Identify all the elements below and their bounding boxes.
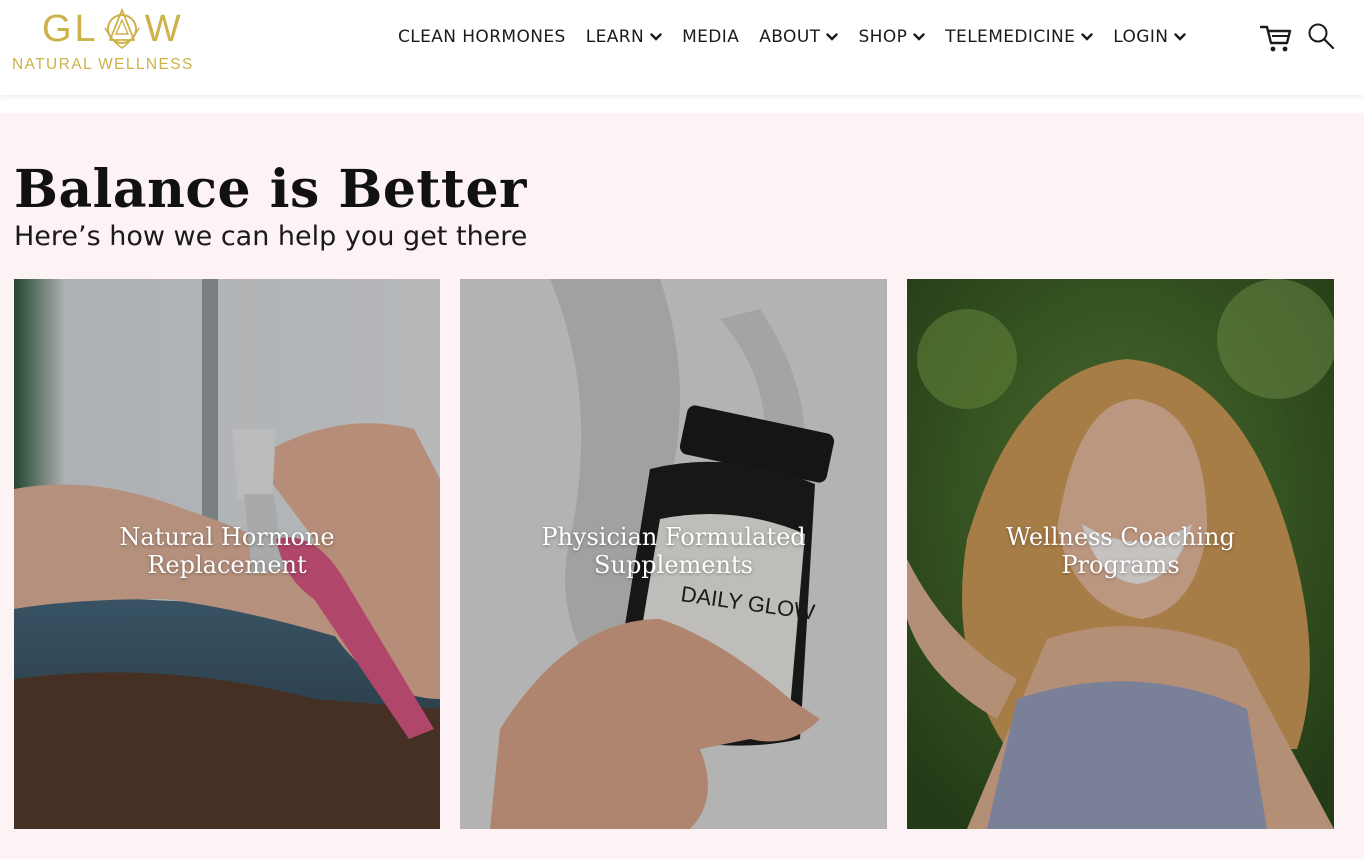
- chevron-down-icon: [1174, 33, 1187, 41]
- nav-label: LEARN: [585, 27, 645, 47]
- card-supplements[interactable]: DAILY GLOW Physician Formulated Suppleme…: [460, 279, 887, 829]
- nav-label: MEDIA: [682, 27, 740, 47]
- lotus-triangle-icon: [104, 7, 140, 49]
- logo[interactable]: GL W NATURAL WELLNESS: [12, 6, 218, 76]
- nav-label: SHOP: [858, 27, 908, 47]
- nav-label: TELEMEDICINE: [945, 27, 1076, 47]
- cart-icon[interactable]: [1259, 22, 1293, 54]
- nav-clean-hormones[interactable]: CLEAN HORMONES: [398, 27, 566, 47]
- nav-about[interactable]: ABOUT: [759, 27, 839, 47]
- page-title: Balance is Better: [14, 159, 527, 220]
- nav-label: ABOUT: [759, 27, 821, 47]
- logo-subtitle: NATURAL WELLNESS: [12, 56, 194, 73]
- nav-shop[interactable]: SHOP: [858, 27, 925, 47]
- logo-word-left: GL: [42, 7, 99, 50]
- search-icon[interactable]: [1307, 22, 1335, 50]
- card-label: Natural Hormone Replacement: [119, 523, 335, 579]
- card-hormone-replacement[interactable]: Natural Hormone Replacement: [14, 279, 440, 829]
- card-label: Physician Formulated Supplements: [541, 523, 806, 579]
- card-coaching[interactable]: Wellness Coaching Programs: [907, 279, 1334, 829]
- chevron-down-icon: [1081, 33, 1093, 41]
- chevron-down-icon: [650, 33, 662, 41]
- chevron-down-icon: [826, 33, 839, 41]
- card-label: Wellness Coaching Programs: [1006, 523, 1235, 579]
- nav-label: CLEAN HORMONES: [398, 27, 566, 47]
- nav-media[interactable]: MEDIA: [682, 27, 739, 47]
- site-header: GL W NATURAL WELLNESS CLEAN HORMONES LEA…: [0, 0, 1364, 95]
- logo-wordmark: GL W: [42, 7, 184, 50]
- page-subtitle: Here’s how we can help you get there: [14, 221, 528, 252]
- nav-telemedicine[interactable]: TELEMEDICINE: [945, 27, 1093, 47]
- hero-section: Balance is Better Here’s how we can help…: [0, 113, 1364, 859]
- nav-login[interactable]: LOGIN: [1113, 27, 1187, 47]
- nav-learn[interactable]: LEARN: [586, 27, 662, 47]
- main-nav: CLEAN HORMONES LEARN MEDIA ABOUT SHOP TE…: [398, 24, 1206, 50]
- nav-label: LOGIN: [1113, 27, 1169, 47]
- chevron-down-icon: [913, 33, 925, 41]
- logo-word-right: W: [144, 7, 184, 50]
